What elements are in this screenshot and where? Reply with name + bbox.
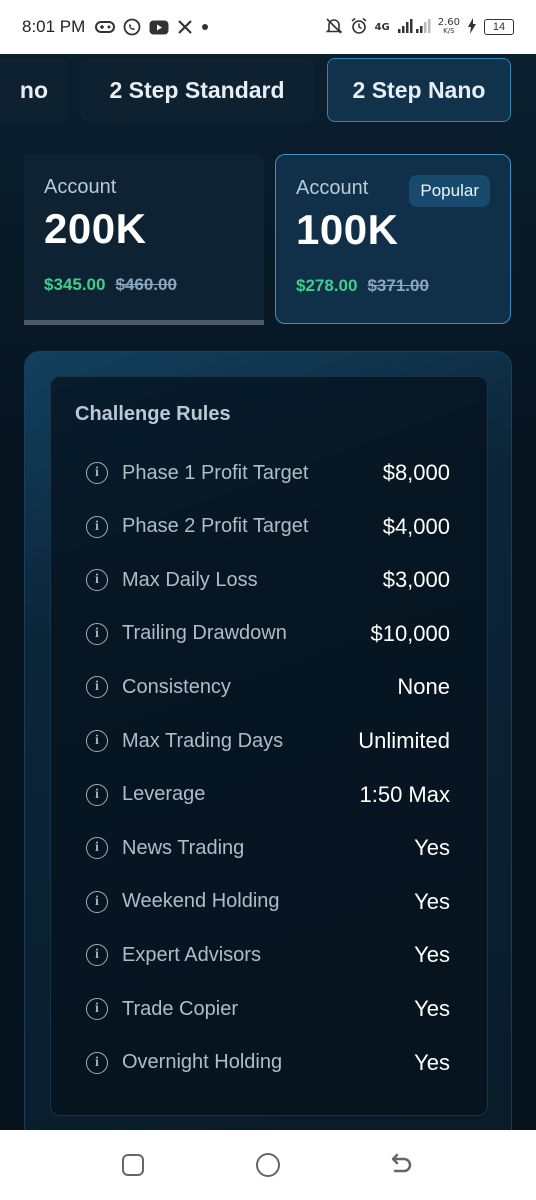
rule-row: i Expert Advisors Yes: [86, 940, 450, 970]
status-time: 8:01 PM: [22, 17, 86, 36]
info-icon[interactable]: i: [86, 837, 108, 860]
card-scroll-indicator: [24, 320, 264, 325]
rule-name: Overnight Holding: [122, 1051, 283, 1074]
rule-value: Unlimited: [358, 728, 450, 753]
info-icon[interactable]: i: [86, 998, 108, 1020]
account-amount: 200K: [44, 205, 147, 252]
rule-name: Trade Copier: [122, 997, 238, 1020]
price-discounted: $278.00: [296, 276, 358, 295]
speed-value: 2.60: [437, 17, 460, 28]
rule-name: News Trading: [122, 836, 245, 859]
rule-row: i Trailing Drawdown $10,000: [86, 619, 450, 649]
dot-icon: [201, 23, 209, 31]
challenge-rules-title: Challenge Rules: [75, 403, 231, 425]
rule-name: Max Trading Days: [122, 729, 284, 752]
rule-value: $8,000: [382, 460, 450, 485]
tab-2-step-nano[interactable]: 2 Step Nano: [327, 58, 511, 122]
tab-label: 2 Step Nano: [352, 76, 486, 103]
price-discounted: $345.00: [44, 275, 106, 294]
info-icon[interactable]: i: [86, 676, 108, 699]
info-icon[interactable]: i: [86, 462, 108, 484]
rule-row: i Leverage 1:50 Max: [86, 780, 450, 810]
battery-level: 14: [484, 19, 514, 35]
status-bar: 8:01 PM 4G 2.60 K/S 14: [0, 0, 536, 54]
rule-value: Yes: [414, 835, 450, 861]
recent-apps-icon[interactable]: [122, 1154, 144, 1176]
challenge-type-tabs: no 2 Step Standard 2 Step Nano: [0, 58, 536, 122]
info-icon[interactable]: i: [86, 890, 108, 913]
rule-name: Trailing Drawdown: [122, 622, 287, 645]
tab-nano-partial[interactable]: no: [0, 58, 68, 122]
system-nav-bar: [0, 1130, 536, 1200]
rule-row: i Max Trading Days Unlimited: [86, 726, 450, 756]
account-label: Account: [44, 176, 117, 198]
rule-value: $4,000: [382, 513, 450, 539]
tab-label: 2 Step Standard: [109, 76, 285, 103]
price-original: $460.00: [115, 275, 177, 294]
rule-name: Expert Advisors: [122, 943, 261, 966]
rule-row: i Max Daily Loss $3,000: [86, 565, 450, 595]
rule-name: Phase 1 Profit Target: [122, 461, 309, 484]
rule-name: Leverage: [122, 783, 206, 806]
account-prices: $345.00 $460.00: [44, 275, 244, 295]
rule-row: i Consistency None: [86, 672, 450, 702]
gamepad-icon: [95, 20, 116, 34]
account-card-100k[interactable]: Account 100K $278.00 $371.00 Popular: [275, 154, 511, 324]
rule-row: i Weekend Holding Yes: [86, 887, 450, 917]
rule-row: i Phase 1 Profit Target $8,000: [86, 458, 450, 488]
mute-icon: [325, 17, 343, 38]
charging-icon: [467, 17, 477, 37]
account-card-200k[interactable]: Account 200K $345.00 $460.00: [24, 154, 264, 324]
rule-value: $10,000: [370, 620, 450, 646]
rule-row: i Phase 2 Profit Target $4,000: [86, 512, 450, 542]
price-original: $371.00: [367, 276, 429, 295]
rule-value: None: [397, 674, 450, 700]
rule-row: i News Trading Yes: [86, 833, 450, 863]
tab-2-step-standard[interactable]: 2 Step Standard: [80, 58, 314, 122]
network-speed: 2.60 K/S: [438, 18, 460, 36]
rule-name: Phase 2 Profit Target: [122, 515, 309, 538]
rule-name: Consistency: [122, 675, 231, 698]
popular-badge: Popular: [409, 175, 490, 207]
whatsapp-icon: [123, 18, 141, 36]
alarm-icon: [350, 17, 368, 38]
info-icon[interactable]: i: [86, 569, 108, 592]
info-icon[interactable]: i: [86, 622, 108, 645]
youtube-icon: [149, 20, 169, 35]
rule-value: Yes: [414, 996, 450, 1021]
speed-unit: K/S: [443, 27, 455, 35]
tab-label: no: [19, 76, 48, 103]
rule-value: 1:50 Max: [359, 781, 451, 807]
account-amount: 100K: [296, 206, 399, 253]
rule-name: Weekend Holding: [122, 890, 280, 913]
info-icon[interactable]: i: [86, 515, 108, 538]
home-icon[interactable]: [256, 1153, 280, 1177]
rule-row: i Overnight Holding Yes: [86, 1048, 450, 1078]
network-type: 4G: [374, 21, 390, 33]
rule-value: Yes: [414, 888, 450, 914]
rule-row: i Trade Copier Yes: [86, 994, 450, 1024]
rule-value: $3,000: [382, 567, 450, 593]
info-icon[interactable]: i: [86, 944, 108, 967]
rule-name: Max Daily Loss: [122, 568, 258, 591]
account-prices: $278.00 $371.00: [296, 276, 490, 296]
info-icon[interactable]: i: [86, 1051, 108, 1074]
info-icon[interactable]: i: [86, 783, 108, 806]
back-icon[interactable]: [388, 1152, 414, 1178]
info-icon[interactable]: i: [86, 730, 108, 752]
app-screen: no 2 Step Standard 2 Step Nano Account 2…: [0, 54, 536, 1130]
signal-icon: [397, 18, 431, 37]
x-icon: [177, 19, 193, 35]
rule-value: Yes: [414, 942, 450, 968]
rule-value: Yes: [414, 1049, 450, 1075]
